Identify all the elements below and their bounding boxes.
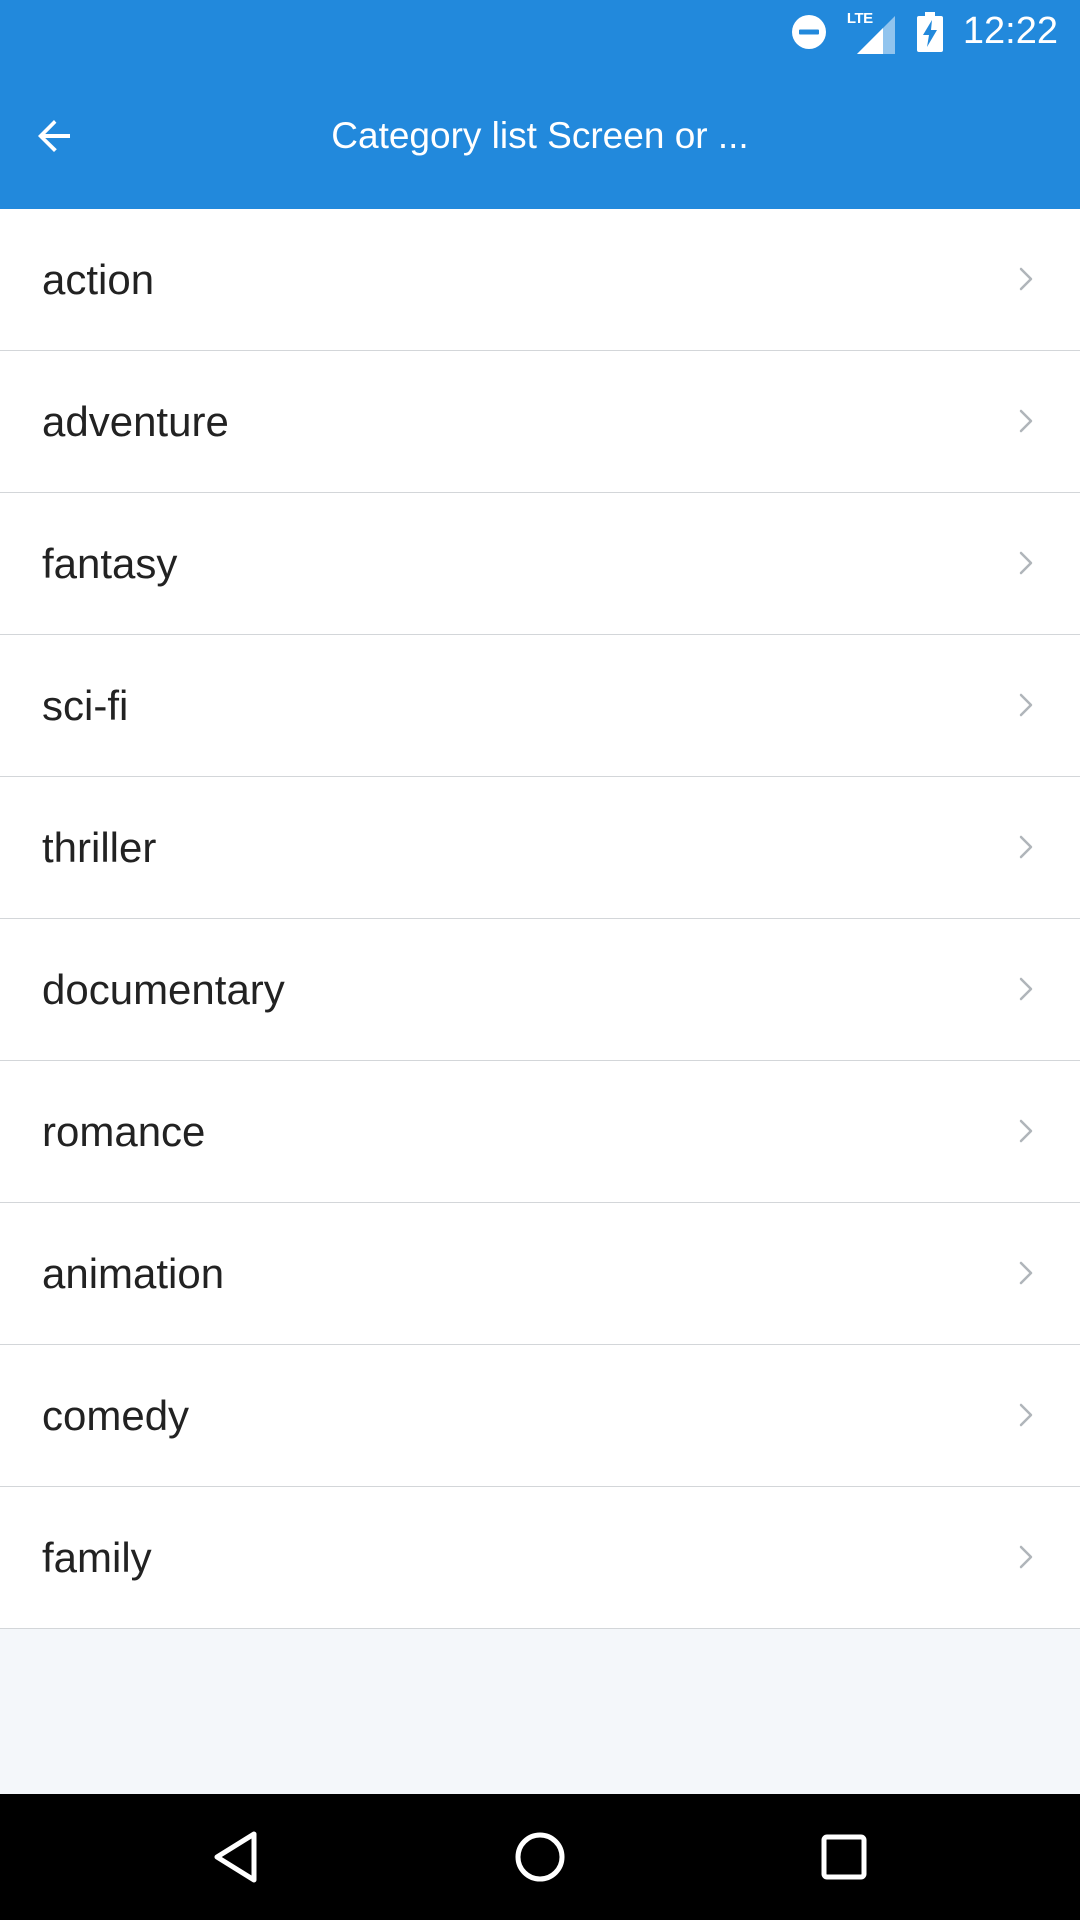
chevron-right-icon	[1019, 267, 1033, 291]
status-icons: LTE 12:22	[791, 0, 1058, 63]
nav-back-icon	[214, 1831, 257, 1883]
list-item-comedy[interactable]: comedy	[0, 1345, 1080, 1487]
list-item-label: action	[42, 256, 155, 303]
chevron-right-icon	[1019, 1403, 1033, 1427]
chevron-right-icon	[1019, 551, 1033, 575]
list-item-thriller[interactable]: thriller	[0, 777, 1080, 919]
list-item-label: family	[42, 1534, 152, 1581]
back-button[interactable]	[22, 104, 86, 168]
list-item-label: thriller	[42, 824, 157, 871]
nav-recents-icon	[821, 1834, 867, 1880]
nav-recents-button[interactable]	[808, 1821, 880, 1893]
category-list: action adventure fantasy sci-fi thriller…	[0, 209, 1080, 1629]
signal-indicator: LTE	[847, 8, 895, 56]
do-not-disturb-icon	[791, 14, 826, 49]
list-item-family[interactable]: family	[0, 1487, 1080, 1629]
app-bar: Category list Screen or ...	[0, 63, 1080, 209]
list-item-action[interactable]: action	[0, 209, 1080, 351]
list-item-label: fantasy	[42, 540, 178, 587]
list-item-label: comedy	[42, 1392, 190, 1439]
list-item-label: animation	[42, 1250, 225, 1297]
nav-home-button[interactable]	[504, 1821, 576, 1893]
nav-home-icon	[515, 1832, 565, 1882]
chevron-right-icon	[1019, 835, 1033, 859]
list-item-documentary[interactable]: documentary	[0, 919, 1080, 1061]
page-title: Category list Screen or ...	[331, 115, 749, 156]
status-bar: LTE 12:22	[0, 0, 1080, 63]
list-item-adventure[interactable]: adventure	[0, 351, 1080, 493]
system-nav-bar	[0, 1794, 1080, 1920]
list-item-sci-fi[interactable]: sci-fi	[0, 635, 1080, 777]
list-item-animation[interactable]: animation	[0, 1203, 1080, 1345]
list-item-label: documentary	[42, 966, 285, 1013]
chevron-right-icon	[1019, 977, 1033, 1001]
list-item-label: adventure	[42, 398, 229, 445]
status-time: 12:22	[962, 10, 1058, 52]
battery-charging-icon	[916, 11, 943, 52]
chevron-right-icon	[1019, 1119, 1033, 1143]
arrow-left-icon	[38, 120, 70, 152]
chevron-right-icon	[1019, 693, 1033, 717]
list-item-label: romance	[42, 1108, 206, 1155]
chevron-right-icon	[1019, 1545, 1033, 1569]
signal-icon	[856, 15, 895, 54]
chevron-right-icon	[1019, 1261, 1033, 1285]
chevron-right-icon	[1019, 409, 1033, 433]
list-item-label: sci-fi	[42, 682, 129, 729]
list-item-fantasy[interactable]: fantasy	[0, 493, 1080, 635]
list-item-romance[interactable]: romance	[0, 1061, 1080, 1203]
nav-back-button[interactable]	[200, 1821, 272, 1893]
